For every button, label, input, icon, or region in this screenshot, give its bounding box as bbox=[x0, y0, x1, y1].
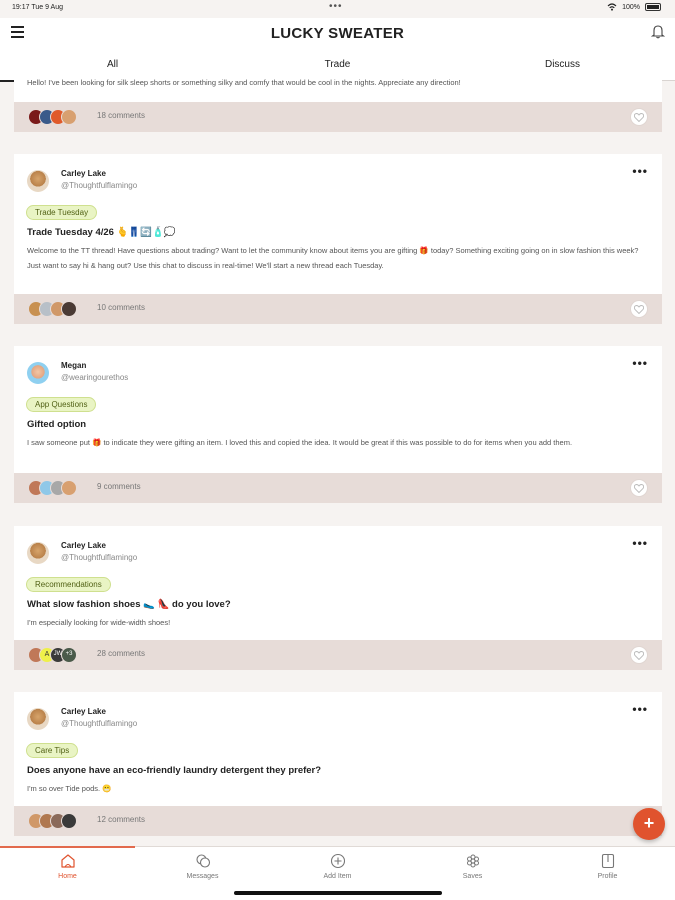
post-title: Gifted option bbox=[27, 419, 87, 430]
active-tab-indicator bbox=[0, 846, 135, 848]
post-title: Does anyone have an eco-friendly laundry… bbox=[27, 765, 322, 776]
nav-profile[interactable]: Profile bbox=[540, 853, 675, 880]
post-footer: 12 comments bbox=[14, 806, 662, 836]
create-post-button[interactable]: + bbox=[633, 808, 665, 840]
avatar-more-count: +3 bbox=[61, 647, 77, 663]
heart-icon bbox=[634, 304, 644, 314]
more-options-icon[interactable]: ••• bbox=[632, 702, 648, 716]
author-name: Megan bbox=[61, 361, 87, 370]
like-button[interactable] bbox=[630, 479, 648, 497]
bell-icon[interactable] bbox=[651, 24, 665, 39]
post-footer: 10 comments bbox=[14, 294, 662, 324]
comment-count[interactable]: 28 comments bbox=[97, 649, 145, 658]
author-handle: @wearingourethos bbox=[61, 373, 129, 382]
avatar[interactable] bbox=[27, 542, 49, 564]
more-options-icon[interactable]: ••• bbox=[632, 536, 648, 550]
more-options-icon[interactable]: ••• bbox=[632, 164, 648, 178]
avatar[interactable] bbox=[27, 708, 49, 730]
comment-count[interactable]: 10 comments bbox=[97, 303, 145, 312]
comment-count[interactable]: 9 comments bbox=[97, 482, 141, 491]
post-body: I'm so over Tide pods. 😬 bbox=[27, 784, 112, 793]
more-options-icon[interactable]: ••• bbox=[632, 356, 648, 370]
heart-icon bbox=[634, 650, 644, 660]
post-title: What slow fashion shoes 🥿 👠 do you love? bbox=[27, 599, 231, 610]
post-card[interactable]: Carley Lake @Thoughtfulflamingo ••• Care… bbox=[14, 692, 662, 836]
avatar bbox=[61, 480, 77, 496]
saves-icon bbox=[466, 854, 479, 868]
post-body: Welcome to the TT thread! Have questions… bbox=[27, 246, 639, 270]
nav-messages-label: Messages bbox=[186, 873, 219, 880]
add-item-icon bbox=[330, 853, 345, 869]
avatar bbox=[61, 109, 77, 125]
status-bar: 19:17 Tue 9 Aug ••• 100% bbox=[0, 0, 675, 18]
comment-count[interactable]: 18 comments bbox=[97, 111, 145, 120]
nav-saves-label: Saves bbox=[462, 873, 483, 880]
like-button[interactable] bbox=[630, 300, 648, 318]
post-body: I saw someone put 🎁 to indicate they wer… bbox=[27, 438, 573, 447]
avatar bbox=[61, 813, 77, 829]
nav-profile-label: Profile bbox=[597, 873, 618, 880]
like-button[interactable] bbox=[630, 646, 648, 664]
messages-icon bbox=[195, 854, 210, 868]
profile-icon bbox=[601, 853, 614, 869]
nav-saves[interactable]: Saves bbox=[405, 853, 540, 880]
author-handle: @Thoughtfulflamingo bbox=[61, 181, 138, 190]
post-card[interactable]: Carley Lake @Thoughtfulflamingo ••• Trad… bbox=[14, 154, 662, 324]
wifi-icon bbox=[607, 3, 617, 11]
multitask-dots-icon[interactable]: ••• bbox=[329, 1, 343, 12]
nav-home-label: Home bbox=[58, 873, 77, 880]
avatar[interactable] bbox=[27, 362, 49, 384]
nav-add-item[interactable]: Add Item bbox=[270, 853, 405, 880]
avatar bbox=[61, 301, 77, 317]
post-card[interactable]: Megan @wearingourethos ••• App Questions… bbox=[14, 346, 662, 503]
battery-percent: 100% bbox=[622, 3, 640, 11]
post-body: Hello! I've been looking for silk sleep … bbox=[27, 78, 461, 87]
app-header: LUCKY SWEATER bbox=[0, 18, 675, 48]
comment-count[interactable]: 12 comments bbox=[97, 815, 145, 824]
post-tag[interactable]: Trade Tuesday bbox=[26, 205, 98, 220]
home-indicator[interactable] bbox=[234, 891, 442, 895]
heart-icon bbox=[634, 483, 644, 493]
nav-add-item-label: Add Item bbox=[323, 873, 352, 880]
author-name: Carley Lake bbox=[61, 707, 106, 716]
post-footer: 18 comments bbox=[14, 102, 662, 132]
post-tag[interactable]: App Questions bbox=[26, 397, 97, 412]
post-footer: 9 comments bbox=[14, 473, 662, 503]
author-name: Carley Lake bbox=[61, 541, 106, 550]
post-tag[interactable]: Recommendations bbox=[26, 577, 111, 592]
author-handle: @Thoughtfulflamingo bbox=[61, 553, 138, 562]
app-title: LUCKY SWEATER bbox=[270, 25, 405, 42]
author-handle: @Thoughtfulflamingo bbox=[61, 719, 138, 728]
avatar[interactable] bbox=[27, 170, 49, 192]
home-icon bbox=[60, 854, 75, 868]
heart-icon bbox=[634, 112, 644, 122]
post-title: Trade Tuesday 4/26 🫰👖🔄🧴💭 bbox=[27, 227, 176, 238]
post-card[interactable]: Hello! I've been looking for silk sleep … bbox=[14, 75, 662, 132]
post-tag[interactable]: Care Tips bbox=[26, 743, 79, 758]
like-button[interactable] bbox=[630, 108, 648, 126]
post-body: I'm especially looking for wide-width sh… bbox=[27, 618, 171, 627]
status-indicators: 100% bbox=[607, 3, 661, 11]
author-name: Carley Lake bbox=[61, 169, 106, 178]
nav-messages[interactable]: Messages bbox=[135, 853, 270, 880]
post-card[interactable]: Carley Lake @Thoughtfulflamingo ••• Reco… bbox=[14, 526, 662, 670]
post-footer: A JW +3 28 comments bbox=[14, 640, 662, 670]
battery-icon bbox=[645, 3, 661, 11]
nav-home[interactable]: Home bbox=[0, 853, 135, 880]
status-time: 19:17 Tue 9 Aug bbox=[12, 4, 63, 11]
